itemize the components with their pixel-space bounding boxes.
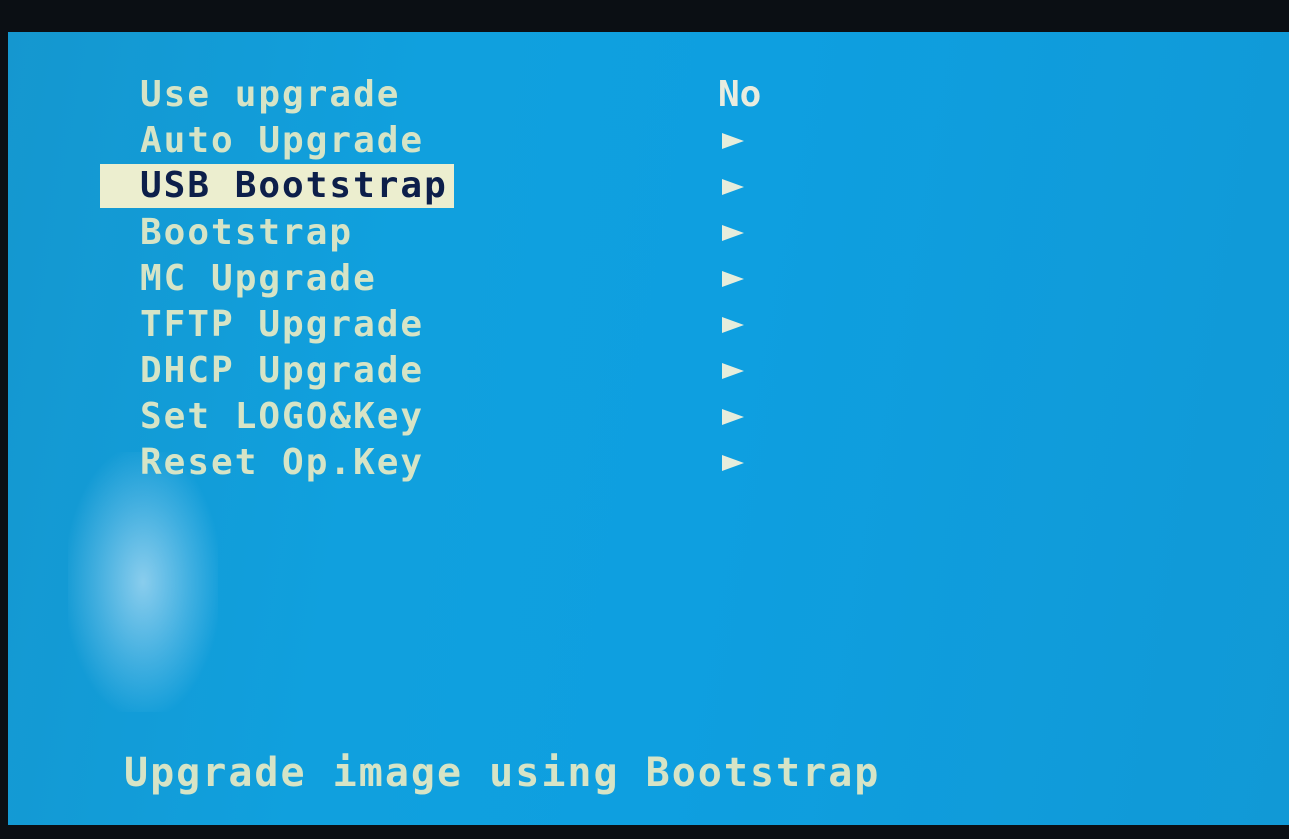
triangle-right-icon xyxy=(722,409,744,425)
triangle-right-icon xyxy=(722,179,744,195)
menu-item-auto-upgrade[interactable]: Auto Upgrade xyxy=(100,118,800,164)
menu-item-label: Set LOGO&Key xyxy=(140,396,425,437)
triangle-right-icon xyxy=(722,317,744,333)
menu-item-set-logo-key[interactable]: Set LOGO&Key xyxy=(100,394,800,440)
triangle-right-icon xyxy=(722,225,744,241)
menu-item-bootstrap[interactable]: Bootstrap xyxy=(100,210,800,256)
screen-glare xyxy=(68,452,218,712)
menu-item-tftp-upgrade[interactable]: TFTP Upgrade xyxy=(100,302,800,348)
bios-screen: Use upgrade No Auto Upgrade USB Bootstra… xyxy=(8,32,1289,825)
triangle-right-icon xyxy=(722,133,744,149)
menu-item-label: USB Bootstrap xyxy=(100,164,454,208)
menu-item-label: DHCP Upgrade xyxy=(140,350,425,391)
menu-item-dhcp-upgrade[interactable]: DHCP Upgrade xyxy=(100,348,800,394)
triangle-right-icon xyxy=(722,271,744,287)
menu-item-mc-upgrade[interactable]: MC Upgrade xyxy=(100,256,800,302)
triangle-right-icon xyxy=(722,363,744,379)
menu-item-label: Reset Op.Key xyxy=(140,442,425,483)
help-status-line: Upgrade image using Bootstrap xyxy=(124,750,881,796)
menu-item-label: Use upgrade xyxy=(140,74,401,115)
menu-item-reset-op-key[interactable]: Reset Op.Key xyxy=(100,440,800,486)
menu-item-label: Bootstrap xyxy=(140,212,354,253)
menu-item-usb-bootstrap[interactable]: USB Bootstrap xyxy=(100,164,800,210)
menu-item-label: MC Upgrade xyxy=(140,258,377,299)
menu-item-use-upgrade[interactable]: Use upgrade No xyxy=(100,72,800,118)
monitor-bezel: Use upgrade No Auto Upgrade USB Bootstra… xyxy=(0,0,1289,839)
triangle-right-icon xyxy=(722,455,744,471)
menu-item-label: Auto Upgrade xyxy=(140,120,425,161)
menu-item-value: No xyxy=(718,74,762,115)
upgrade-menu: Use upgrade No Auto Upgrade USB Bootstra… xyxy=(100,72,800,486)
menu-item-label: TFTP Upgrade xyxy=(140,304,425,345)
